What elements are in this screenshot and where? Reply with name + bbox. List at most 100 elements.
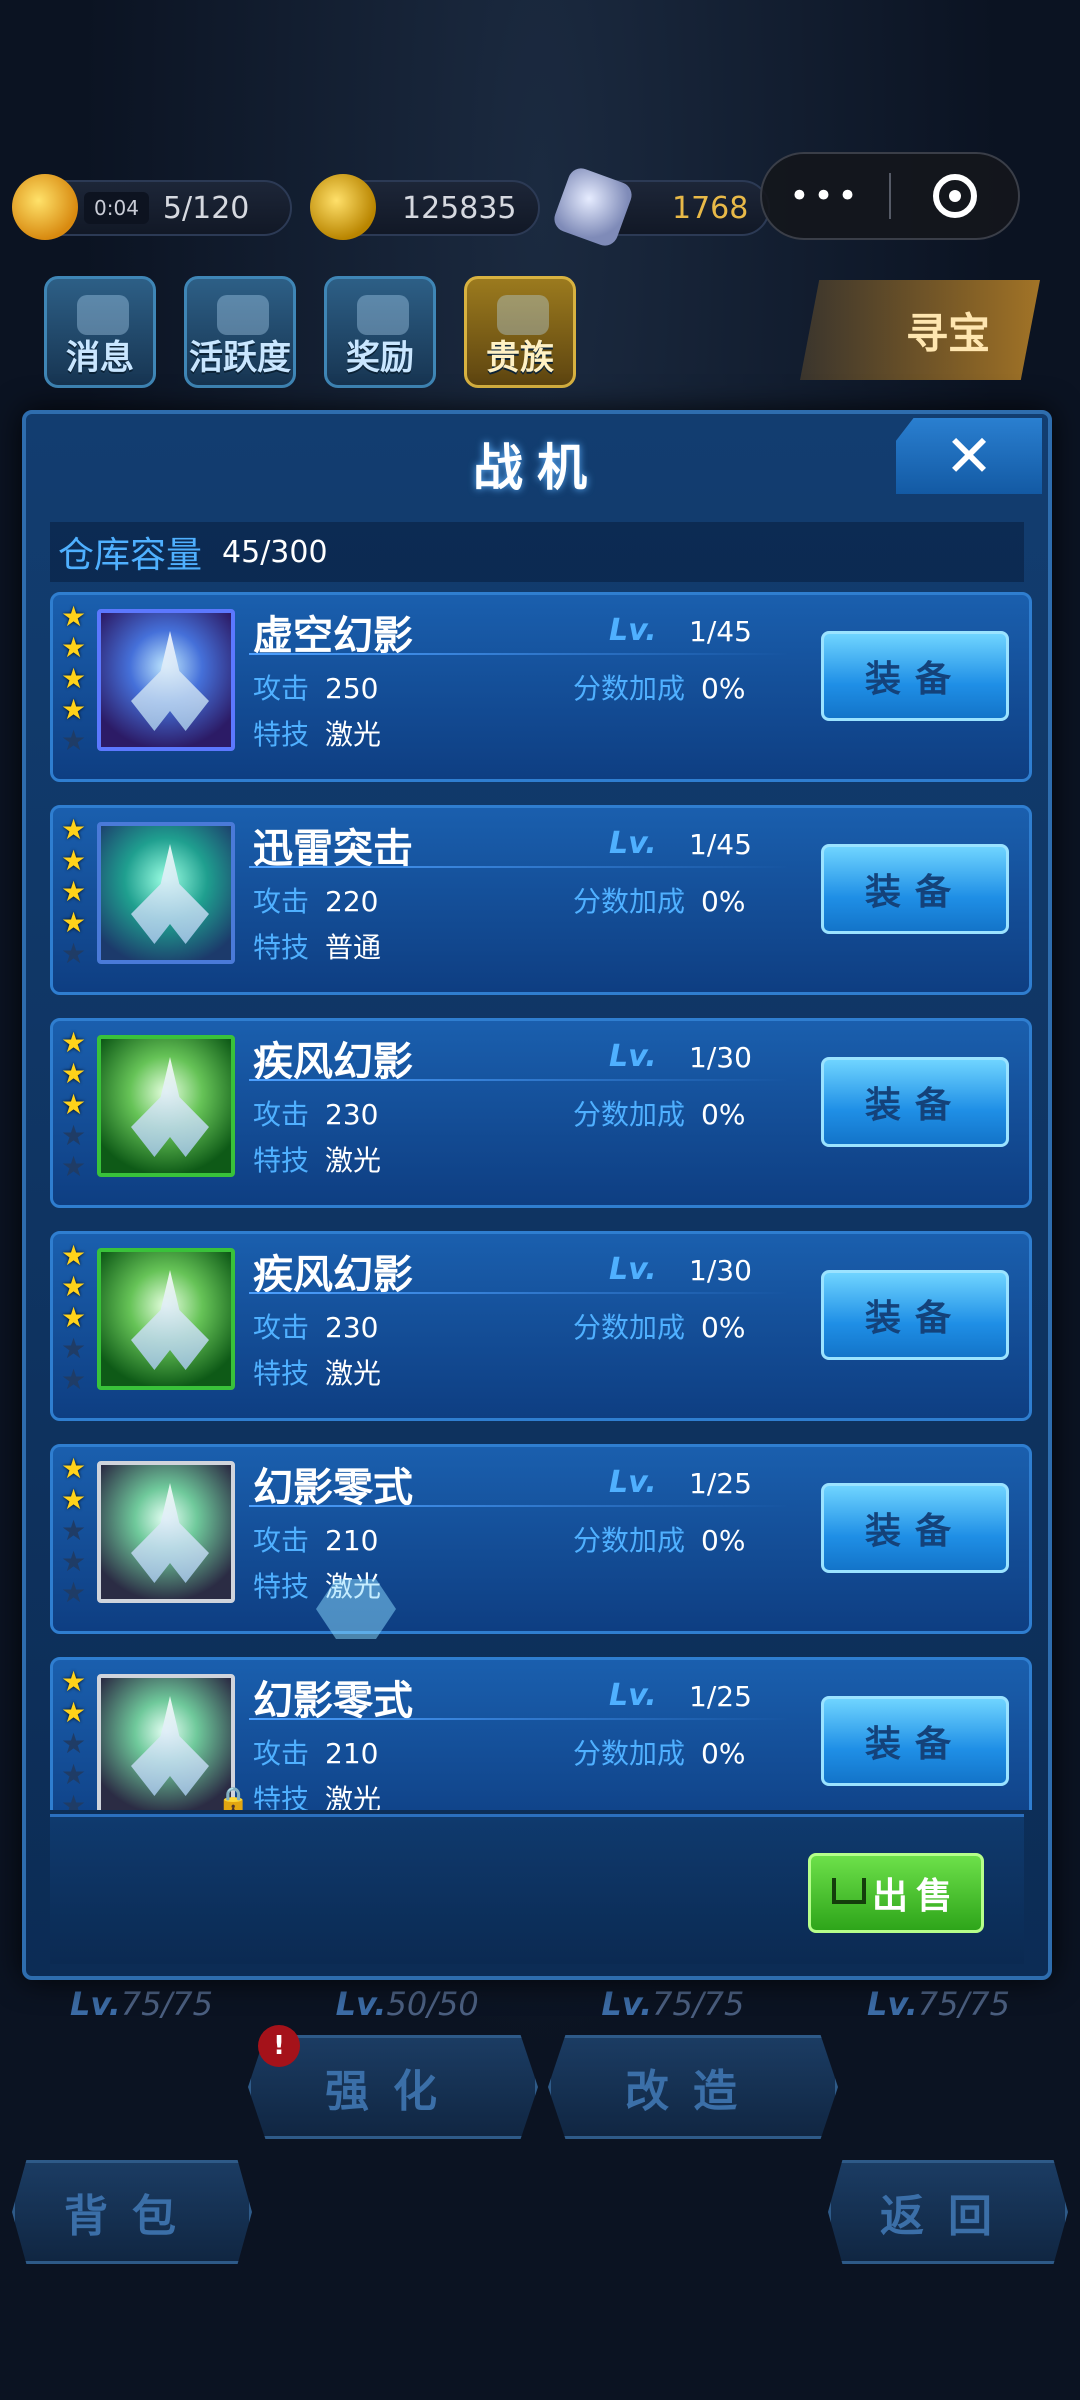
name-underline [249,1292,789,1294]
sell-label: 出售 [871,1876,960,1917]
vip-button[interactable]: 贵族 [464,276,576,388]
equip-button[interactable]: 装备 [821,1696,1009,1786]
fighter-thumbnail[interactable] [97,1674,235,1810]
panel-footer: 出售 [50,1814,1024,1964]
ship-level-row: Lv.75/75 Lv.50/50 Lv.75/75 Lv.75/75 [70,1985,1010,2023]
level-value: 1/30 [689,1041,752,1074]
skill-label: 特技 [253,718,310,751]
energy-value: 5/120 [162,190,250,226]
star-icon: ★ [61,1545,87,1578]
fighter-card[interactable]: ★ ★ ★ ★ ★ 虚空幻影 Lv. 1/45 攻击 250 分数加成 0% 特技 激光 装备 [50,592,1032,782]
name-underline [249,1505,789,1507]
star-rating: ★ ★ ★ ★ ★ [61,814,91,969]
attack-value: 210 [325,1737,379,1770]
skill-value: 激光 [325,1357,382,1390]
sell-button[interactable]: 出售 [808,1853,984,1933]
attack-value: 230 [325,1098,379,1131]
cart-icon [831,1878,866,1904]
bonus-value: 0% [701,672,746,705]
equip-button[interactable]: 装备 [821,631,1009,721]
equip-button[interactable]: 装备 [821,844,1009,934]
level-value: 1/25 [689,1680,752,1713]
top-icon-label: 贵族 [486,338,554,378]
skill-value: 激光 [325,718,382,751]
skill-value: 激光 [325,1783,382,1810]
gem-value: 1768 [672,190,749,226]
top-icon-label: 消息 [66,338,134,378]
attack-row: 攻击 210 [253,1732,378,1772]
equip-button[interactable]: 装备 [821,1057,1009,1147]
message-button[interactable]: 消息 [44,276,156,388]
attack-row: 攻击 230 [253,1306,378,1346]
fighter-thumbnail[interactable] [97,822,235,964]
bonus-value: 0% [701,1311,746,1344]
skill-value: 激光 [325,1144,382,1177]
close-miniprogram-button[interactable] [891,174,1018,218]
fighter-thumbnail[interactable] [97,1248,235,1390]
skill-row: 特技激光 [253,1352,381,1392]
attack-row: 攻击 230 [253,1093,378,1133]
treasure-button[interactable]: 寻宝 [800,280,1040,380]
fighter-card[interactable]: ★ ★ ★ ★ ★ 疾风幻影 Lv. 1/30 攻击 230 分数加成 0% 特技 激光 装备 [50,1018,1032,1208]
miniprogram-capsule: ••• [760,152,1020,240]
skill-value: 普通 [325,931,382,964]
attack-value: 220 [325,885,379,918]
fighter-card[interactable]: ★ ★ ★ ★ ★ 疾风幻影 Lv. 1/30 攻击 230 分数加成 0% 特技 激光 装备 [50,1231,1032,1421]
skill-label: 特技 [253,1783,310,1810]
star-icon: ★ [61,1483,87,1516]
star-icon: ★ [61,1665,87,1698]
name-underline [249,653,789,655]
attack-label: 攻击 [253,672,310,705]
star-icon: ★ [61,1119,87,1152]
gold-counter[interactable]: 125835 [310,174,540,240]
name-underline [249,1718,789,1720]
gift-button[interactable]: 奖励 [324,276,436,388]
fighter-card[interactable]: ★★★★★幻影零式Lv.1/25攻击210分数加成0%特技激光装备 [50,1444,1032,1634]
energy-counter[interactable]: 0:04 5/120 [12,174,292,240]
top-icon-label: 奖励 [346,338,414,378]
fighter-card[interactable]: ★ ★ ★ ★ ★ 迅雷突击 Lv. 1/45 攻击 220 分数加成 0% 特技 普通 装备 [50,805,1032,995]
attack-label: 攻击 [253,885,310,918]
skill-row: 特技 普通 [253,926,381,966]
fighter-thumbnail[interactable] [97,1035,235,1177]
star-icon: ★ [61,1452,87,1485]
lv-label: Lv. [335,1985,387,2023]
fighter-thumbnail[interactable] [97,609,235,751]
gem-counter[interactable]: 1768 [550,164,770,250]
modify-button[interactable]: 改造 [548,2035,838,2139]
star-icon: ★ [61,1026,87,1059]
skill-row: 特技激光 [253,713,381,753]
panel-title: 战机 [473,439,601,497]
more-button[interactable]: ••• [762,176,889,216]
equip-button[interactable]: 装备 [821,1270,1009,1360]
bonus-row: 分数加成 0% [573,1093,745,1133]
attack-label: 攻击 [253,1311,310,1344]
lv-label: Lv. [866,1985,918,2023]
star-icon: ★ [61,1758,87,1791]
fighter-card[interactable]: ★ ★ ★ ★ ★ 🔒 幻影零式 Lv. 1/25 攻击 210 分数加成 0% 特技 激光 装备 [50,1657,1032,1810]
star-icon: ★ [61,1789,87,1810]
close-button[interactable]: ✕ [896,418,1042,494]
fighter-list[interactable]: ★ ★ ★ ★ ★ 虚空幻影 Lv. 1/45 攻击 250 分数加成 0% 特技 激光 装备 ★ ★ ★ ★ ★ 迅雷… [50,592,1032,1810]
bag-button[interactable]: 背包 [12,2160,252,2264]
skill-row: 特技激光 [253,1139,381,1179]
attack-value: 210 [325,1524,379,1557]
attack-label: 攻击 [253,1098,310,1131]
back-button[interactable]: 返回 [828,2160,1068,2264]
star-icon: ★ [61,1332,87,1365]
star-icon: ★ [61,1696,87,1729]
level-label: Lv. [609,826,657,861]
star-icon: ★ [61,813,87,846]
star-icon: ★ [61,1088,87,1121]
notification-badge: ! [258,2025,300,2067]
star-icon: ★ [61,1514,87,1547]
ship-level-item: Lv.75/75 [867,1985,1010,2023]
star-rating: ★ ★ ★ ★ ★ [61,1453,91,1608]
star-icon: ★ [61,724,87,757]
warehouse-label: 仓库容量 [58,535,203,576]
bonus-row: 分数加成 0% [573,1732,745,1772]
fighter-thumbnail[interactable] [97,1461,235,1603]
equip-button[interactable]: 装备 [821,1483,1009,1573]
star-rating: ★ ★ ★ ★ ★ [61,1240,91,1395]
activity-button[interactable]: 活跃度 [184,276,296,388]
